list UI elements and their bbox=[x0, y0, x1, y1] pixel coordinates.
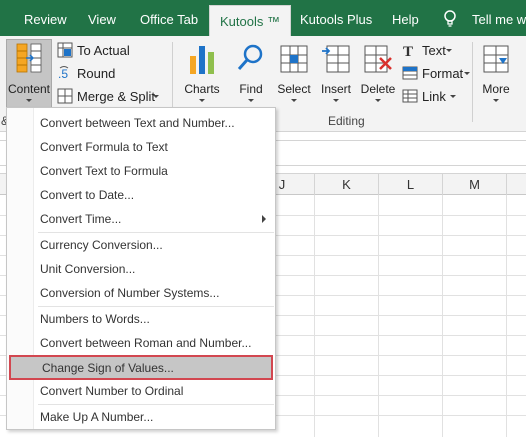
content-button[interactable]: Content bbox=[6, 40, 52, 106]
svg-text:T: T bbox=[403, 44, 413, 58]
format-icon bbox=[402, 66, 418, 80]
editing-group-label: Editing bbox=[328, 114, 365, 128]
menu-item-label: Convert Text to Formula bbox=[40, 164, 168, 178]
tab-help[interactable]: Help bbox=[392, 0, 419, 36]
tab-kutools[interactable]: Kutools ™ bbox=[209, 5, 291, 36]
merge-split-icon bbox=[57, 88, 73, 104]
chevron-down-icon bbox=[291, 99, 297, 102]
menu-item-currency-conversion[interactable]: Currency Conversion... bbox=[7, 233, 275, 257]
column-header-m[interactable]: M bbox=[443, 174, 507, 195]
merge-split-label: Merge & Split bbox=[77, 89, 156, 104]
grid-line bbox=[442, 195, 443, 437]
menu-item-unit-conversion[interactable]: Unit Conversion... bbox=[7, 257, 275, 281]
charts-label: Charts bbox=[184, 82, 220, 96]
menu-item-label: Convert Formula to Text bbox=[40, 140, 168, 154]
select-button[interactable]: Select bbox=[274, 40, 314, 106]
chevron-down-icon bbox=[26, 99, 32, 102]
grid-line bbox=[314, 195, 315, 437]
menu-item-number-systems[interactable]: Conversion of Number Systems... bbox=[7, 281, 275, 305]
tell-me-search[interactable]: Tell me wh bbox=[472, 0, 526, 36]
delete-icon bbox=[364, 45, 392, 73]
menu-item-convert-time[interactable]: Convert Time... bbox=[7, 207, 275, 231]
magnifier-icon bbox=[237, 44, 263, 70]
menu-item-label: Convert Number to Ordinal bbox=[40, 384, 184, 398]
link-button[interactable]: Link bbox=[402, 86, 472, 108]
menu-item-label: Numbers to Words... bbox=[40, 312, 150, 326]
chevron-down-icon bbox=[333, 99, 339, 102]
content-label: Content bbox=[7, 82, 51, 96]
menu-item-label: Make Up A Number... bbox=[40, 410, 154, 424]
menu-item-convert-text-number[interactable]: Convert between Text and Number... bbox=[7, 111, 275, 135]
link-label: Link bbox=[422, 89, 446, 104]
menu-item-label: Convert Time... bbox=[40, 212, 122, 226]
chevron-down-icon bbox=[199, 99, 205, 102]
insert-button[interactable]: Insert bbox=[316, 40, 356, 106]
to-actual-icon bbox=[57, 42, 73, 58]
menu-item-label: Convert between Roman and Number... bbox=[40, 336, 252, 350]
text-label: Text bbox=[422, 43, 446, 58]
chevron-right-icon bbox=[262, 215, 266, 223]
text-icon: T bbox=[403, 44, 413, 58]
charts-button[interactable]: Charts bbox=[180, 40, 224, 106]
content-dropdown-menu: Convert between Text and Number... Conve… bbox=[6, 107, 276, 430]
select-icon bbox=[280, 45, 308, 73]
menu-item-label: Unit Conversion... bbox=[40, 262, 136, 276]
round-label: Round bbox=[77, 66, 116, 81]
format-label: Format bbox=[422, 66, 464, 81]
tab-view[interactable]: View bbox=[88, 0, 116, 36]
insert-icon bbox=[322, 45, 350, 73]
grid-line bbox=[506, 195, 507, 437]
round-icon: .5 bbox=[58, 66, 68, 81]
more-button[interactable]: More bbox=[476, 40, 516, 106]
merge-split-button[interactable]: Merge & Split bbox=[57, 86, 167, 108]
to-actual-label: To Actual bbox=[77, 43, 130, 58]
chevron-down-icon bbox=[248, 99, 254, 102]
to-actual-button[interactable]: To Actual bbox=[57, 40, 167, 62]
grid-line bbox=[378, 195, 379, 437]
svg-text:.5: .5 bbox=[58, 67, 68, 81]
round-button[interactable]: .5 Round bbox=[57, 63, 167, 85]
menu-item-label: Conversion of Number Systems... bbox=[40, 286, 220, 300]
content-icon bbox=[16, 43, 42, 73]
lightbulb-icon[interactable] bbox=[443, 10, 457, 28]
ribbon-tab-bar: Review View Office Tab Kutools ™ Kutools… bbox=[0, 0, 526, 36]
menu-item-numbers-to-words[interactable]: Numbers to Words... bbox=[7, 307, 275, 331]
delete-label: Delete bbox=[360, 82, 396, 96]
tab-office-tab[interactable]: Office Tab bbox=[140, 0, 198, 36]
menu-item-roman-number[interactable]: Convert between Roman and Number... bbox=[7, 331, 275, 355]
menu-item-label: Convert between Text and Number... bbox=[40, 116, 235, 130]
menu-item-label: Change Sign of Values... bbox=[42, 361, 174, 375]
more-label: More bbox=[482, 82, 510, 96]
menu-item-number-to-ordinal[interactable]: Convert Number to Ordinal bbox=[7, 379, 275, 403]
tab-kutools-plus[interactable]: Kutools Plus bbox=[300, 0, 372, 36]
chevron-down-icon bbox=[450, 95, 456, 98]
chevron-down-icon bbox=[493, 99, 499, 102]
menu-item-label: Currency Conversion... bbox=[40, 238, 163, 252]
column-header-k[interactable]: K bbox=[315, 174, 379, 195]
find-label: Find bbox=[239, 82, 263, 96]
find-button[interactable]: Find bbox=[230, 40, 272, 106]
link-icon bbox=[402, 89, 418, 103]
delete-button[interactable]: Delete bbox=[358, 40, 398, 106]
tab-review[interactable]: Review bbox=[24, 0, 67, 36]
chevron-down-icon bbox=[446, 49, 452, 52]
select-label: Select bbox=[277, 82, 311, 96]
group-divider bbox=[472, 42, 473, 122]
chevron-down-icon bbox=[375, 99, 381, 102]
format-button[interactable]: Format bbox=[402, 63, 472, 85]
column-header-l[interactable]: L bbox=[379, 174, 443, 195]
charts-icon bbox=[190, 46, 214, 74]
text-button[interactable]: T Text bbox=[402, 40, 472, 62]
insert-label: Insert bbox=[320, 82, 351, 96]
menu-item-make-up-a-number[interactable]: Make Up A Number... bbox=[7, 405, 275, 429]
menu-item-label: Convert to Date... bbox=[40, 188, 135, 202]
menu-item-convert-text-to-formula[interactable]: Convert Text to Formula bbox=[7, 159, 275, 183]
menu-item-convert-formula-to-text[interactable]: Convert Formula to Text bbox=[7, 135, 275, 159]
chevron-down-icon bbox=[464, 72, 470, 75]
menu-item-convert-to-date[interactable]: Convert to Date... bbox=[7, 183, 275, 207]
menu-item-change-sign-of-values[interactable]: Change Sign of Values... bbox=[9, 355, 273, 380]
chevron-down-icon bbox=[153, 95, 159, 98]
more-icon bbox=[483, 45, 509, 73]
